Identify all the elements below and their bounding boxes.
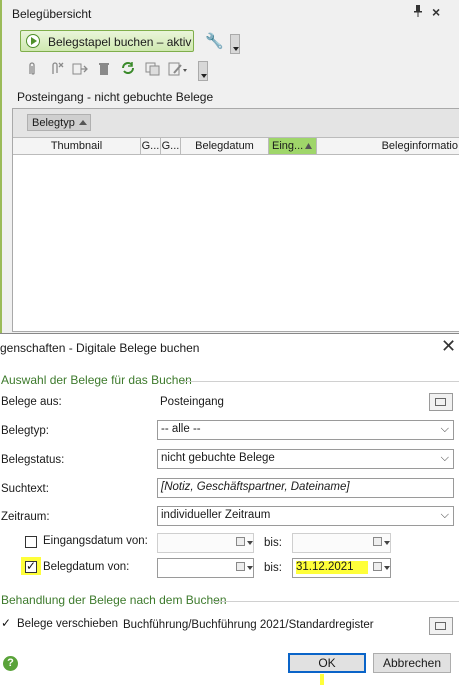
belegstatus-value: nicht gebuchte Belege [161,452,275,464]
eingangsdatum-label: Eingangsdatum von: [43,535,148,547]
paperclip-icon[interactable] [26,62,38,79]
chevron-down-icon: ⌵ [440,509,449,521]
suchtext-label: Suchtext: [1,483,49,495]
belegdatum-bis-label: bis: [264,562,282,574]
belegdatum-from-field[interactable] [157,558,254,578]
beleguebersicht-pane: Belegübersicht × Belegstapel buchen – ak… [0,0,459,333]
detach-icon[interactable] [49,62,65,79]
highlight-marker [320,674,324,685]
belege-verschieben-checkbox[interactable] [1,616,13,631]
calendar-icon[interactable] [370,559,390,577]
zeitraum-label: Zeitraum: [1,511,50,523]
eingangsdatum-bis-label: bis: [264,537,282,549]
column-beleginformation[interactable]: Beleginformatio [317,138,459,154]
group-by-bar: Belegtyp [13,109,459,137]
section-auswahl: Auswahl der Belege für das Buchen [1,373,192,387]
column-g2[interactable]: G... [161,138,181,154]
toolbar2-overflow-dropdown[interactable] [198,61,208,81]
close-icon[interactable]: ✕ [441,336,456,357]
section-divider [182,381,459,382]
belegdatum-to-field[interactable]: 31.12.2021 [292,558,391,578]
column-eingang[interactable]: Eing... [269,138,317,154]
belegstapel-buchen-button[interactable]: Belegstapel buchen – aktiv [20,30,194,52]
suchtext-input[interactable]: [Notiz, Geschäftspartner, Dateiname] [157,478,454,498]
calendar-icon[interactable] [233,534,253,552]
zeitraum-select[interactable]: individueller Zeitraum ⌵ [157,506,454,526]
belege-verschieben-label: Belege verschieben [17,618,119,630]
sort-up-icon [305,143,312,149]
toolbar-overflow-dropdown[interactable] [230,34,240,54]
close-icon[interactable]: × [432,4,440,20]
chevron-down-icon: ⌵ [440,423,449,435]
dialog-title: genschaften - Digitale Belege buchen [0,341,200,355]
pin-icon[interactable] [413,5,423,20]
calendar-icon[interactable] [233,559,253,577]
pane-title: Belegübersicht [12,7,92,21]
belegdatum-label: Belegdatum von: [43,561,130,573]
section-behandlung: Behandlung der Belege nach dem Buchen [1,593,227,607]
belege-aus-picker-button[interactable] [429,393,453,411]
register-picker-button[interactable] [429,617,453,635]
column-eingang-label: Eing... [272,140,304,152]
group-chip-label: Belegtyp [32,117,75,129]
belegdatum-to-value: 31.12.2021 [296,561,368,574]
move-icon[interactable] [72,62,88,79]
eingangsdatum-to-field[interactable] [292,533,391,553]
wrench-icon[interactable]: 🔧 [205,32,224,50]
eingangsdatum-checkbox[interactable] [25,536,37,548]
belegstapel-buchen-label: Belegstapel buchen – aktiv [48,35,192,49]
calendar-icon[interactable] [370,534,390,552]
play-icon [26,34,40,48]
sort-up-icon [79,120,87,125]
trash-icon[interactable] [98,62,110,79]
edit-icon[interactable] [168,62,188,79]
abbrechen-button[interactable]: Abbrechen [373,653,451,673]
eingangsdatum-from-field[interactable] [157,533,254,553]
inbox-status-label: Posteingang - nicht gebuchte Belege [17,90,214,104]
chevron-down-icon: ⌵ [440,452,449,464]
belegtyp-label: Belegtyp: [1,425,49,437]
help-icon[interactable]: ? [3,656,18,671]
belege-aus-label: Belege aus: [1,396,62,408]
belegstatus-label: Belegstatus: [1,454,65,466]
belegtyp-value: -- alle -- [161,423,201,435]
belegtyp-select[interactable]: -- alle -- ⌵ [157,420,454,440]
column-header-row: Thumbnail G... G... Belegdatum Eing... B… [13,137,459,155]
belegdatum-checkbox[interactable] [25,559,37,573]
section-divider [212,601,459,602]
document-grid[interactable]: Belegtyp Thumbnail G... G... Belegdatum … [12,108,459,332]
belege-aus-value: Posteingang [160,396,224,408]
digitale-belege-buchen-dialog: genschaften - Digitale Belege buchen ✕ A… [0,333,459,685]
column-belegdatum[interactable]: Belegdatum [181,138,269,154]
ok-button[interactable]: OK [288,653,366,673]
suchtext-placeholder: [Notiz, Geschäftspartner, Dateiname] [161,481,350,493]
target-register-path: Buchführung/Buchführung 2021/Standardreg… [123,619,374,631]
copy-icon[interactable] [145,62,161,79]
refresh-icon[interactable] [120,60,136,79]
column-thumbnail[interactable]: Thumbnail [13,138,141,154]
belegstatus-select[interactable]: nicht gebuchte Belege ⌵ [157,449,454,469]
group-chip-belegtyp[interactable]: Belegtyp [27,114,91,131]
column-g1[interactable]: G... [141,138,161,154]
zeitraum-value: individueller Zeitraum [161,509,271,521]
